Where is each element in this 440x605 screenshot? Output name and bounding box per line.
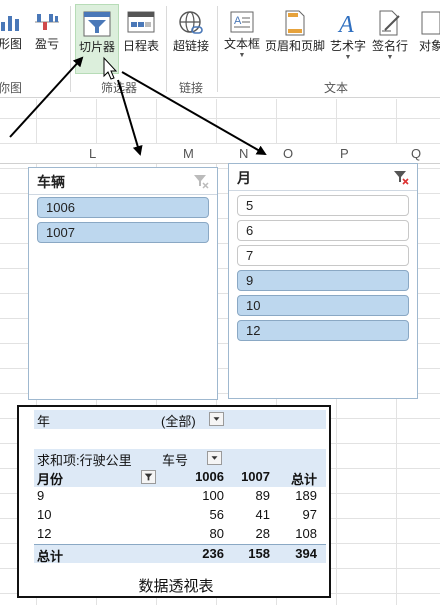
cell-value: 28: [255, 526, 270, 541]
chart-bars-icon: [1, 16, 19, 31]
slicer-vehicle[interactable]: 车辆 1006 1007: [28, 167, 218, 400]
cell-value: 41: [255, 507, 270, 522]
column-header-p[interactable]: P: [340, 146, 349, 161]
pivot-column-field: 车号: [162, 453, 189, 468]
svg-text:A: A: [234, 15, 242, 27]
slicer-title: 月: [237, 170, 251, 186]
chevron-down-icon: ▼: [386, 54, 394, 61]
pivot-caption: 数据透视表: [138, 578, 214, 595]
group-separator: [166, 6, 167, 92]
slicer-item-6[interactable]: 6: [237, 220, 409, 241]
table-row: 12 80 28 108: [34, 525, 326, 544]
timeline-button[interactable]: 日程表: [121, 4, 161, 74]
column-header-m[interactable]: M: [183, 146, 194, 161]
row-filter-active-icon[interactable]: [141, 470, 156, 484]
column-header-bar: L M N O P Q: [0, 144, 440, 164]
clear-filter-icon[interactable]: [393, 169, 409, 185]
group-label-text: 文本: [324, 81, 349, 95]
group-separator: [70, 6, 71, 92]
cell-value: 189: [295, 488, 317, 503]
group-label-filters: 筛选器: [101, 81, 138, 95]
clear-filter-icon[interactable]: [193, 173, 209, 189]
pivot-filter-row: 年 (全部): [34, 410, 326, 429]
row-label: 总计: [37, 549, 64, 564]
signature-icon: [379, 10, 400, 36]
win-loss-button[interactable]: 盈亏: [30, 4, 64, 74]
cell-value: 236: [202, 546, 224, 561]
pivot-col-header: 总计: [290, 472, 317, 487]
header-footer-icon: [285, 10, 305, 36]
slicer-item-9[interactable]: 9: [237, 270, 409, 291]
slicer-item-1007[interactable]: 1007: [37, 222, 209, 243]
pivot-col-header: 1006: [195, 469, 224, 484]
pivot-grand-total-row: 总计 236 158 394: [34, 544, 326, 564]
object-button[interactable]: 对象: [414, 4, 440, 74]
table-row: 10 56 41 97: [34, 506, 326, 525]
group-label-sparklines: 你图: [0, 81, 23, 95]
cell-value: 108: [295, 526, 317, 541]
pivot-header-row: 求和项:行驶公里 车号: [34, 449, 326, 468]
column-header-o[interactable]: O: [283, 146, 293, 161]
globe-link-icon: [179, 11, 203, 34]
slicer-item-7[interactable]: 7: [237, 245, 409, 266]
slicer-title: 车辆: [37, 174, 65, 190]
textbox-button[interactable]: A 文本框 ▼: [221, 4, 263, 74]
pivot-filter-value: (全部): [161, 414, 196, 429]
chevron-down-icon: ▼: [344, 54, 352, 61]
slicer-icon: [83, 11, 111, 37]
row-label: 12: [37, 526, 52, 541]
cell-value: 97: [302, 507, 317, 522]
row-label: 9: [37, 488, 45, 503]
header-footer-button[interactable]: 页眉和页脚: [263, 4, 327, 74]
slicer-item-5[interactable]: 5: [237, 195, 409, 216]
slicer-month[interactable]: 月 5 6 7 9 10 12: [228, 163, 418, 399]
table-row: 9 100 89 189: [34, 487, 326, 506]
object-icon: [421, 11, 440, 35]
column-header-n[interactable]: N: [239, 146, 248, 161]
cell-value: 56: [209, 507, 224, 522]
hyperlink-button[interactable]: 超链接: [169, 4, 213, 74]
slicer-divider: [229, 190, 417, 191]
cell-value: 100: [202, 488, 224, 503]
column-filter-dropdown[interactable]: [207, 451, 222, 465]
pivot-row-field: 月份: [37, 472, 64, 487]
row-label: 10: [37, 507, 52, 522]
ribbon-insert-tab: 形图 盈亏 切片器 日程表 超链接 A 文本框 ▼ 页眉和页脚 A 艺术字 ▼ …: [0, 0, 440, 98]
group-separator: [217, 6, 218, 92]
column-header-q[interactable]: Q: [411, 146, 421, 161]
filter-dropdown-button[interactable]: [209, 412, 224, 426]
pivot-table: 年 (全部) 求和项:行驶公里 车号 月份 1006 1007 总计 9 100…: [17, 405, 331, 598]
cell-value: 394: [295, 546, 317, 561]
cell-value: 158: [248, 546, 270, 561]
textbox-icon: A: [230, 11, 254, 33]
slicer-item-1006[interactable]: 1006: [37, 197, 209, 218]
slicer-item-12[interactable]: 12: [237, 320, 409, 341]
group-label-links: 链接: [179, 81, 204, 95]
wordart-icon: A: [337, 12, 354, 36]
sparkline-column-button[interactable]: 形图: [0, 4, 26, 74]
slicer-item-10[interactable]: 10: [237, 295, 409, 316]
pivot-value-label: 求和项:行驶公里: [37, 453, 132, 468]
svg-text:A: A: [337, 12, 354, 36]
timeline-icon: [127, 11, 155, 33]
slicer-button[interactable]: 切片器: [75, 4, 119, 74]
win-loss-icon: [35, 14, 59, 30]
cell-value: 80: [209, 526, 224, 541]
chevron-down-icon: ▼: [238, 52, 246, 59]
pivot-filter-label: 年: [37, 414, 51, 429]
pivot-column-header-row: 月份 1006 1007 总计: [34, 468, 326, 487]
wordart-button[interactable]: A 艺术字 ▼: [328, 4, 368, 74]
slicer-divider: [29, 194, 217, 195]
signature-line-button[interactable]: 签名行 ▼: [369, 4, 411, 74]
pivot-col-header: 1007: [241, 469, 270, 484]
column-header-l[interactable]: L: [89, 146, 96, 161]
cell-value: 89: [255, 488, 270, 503]
